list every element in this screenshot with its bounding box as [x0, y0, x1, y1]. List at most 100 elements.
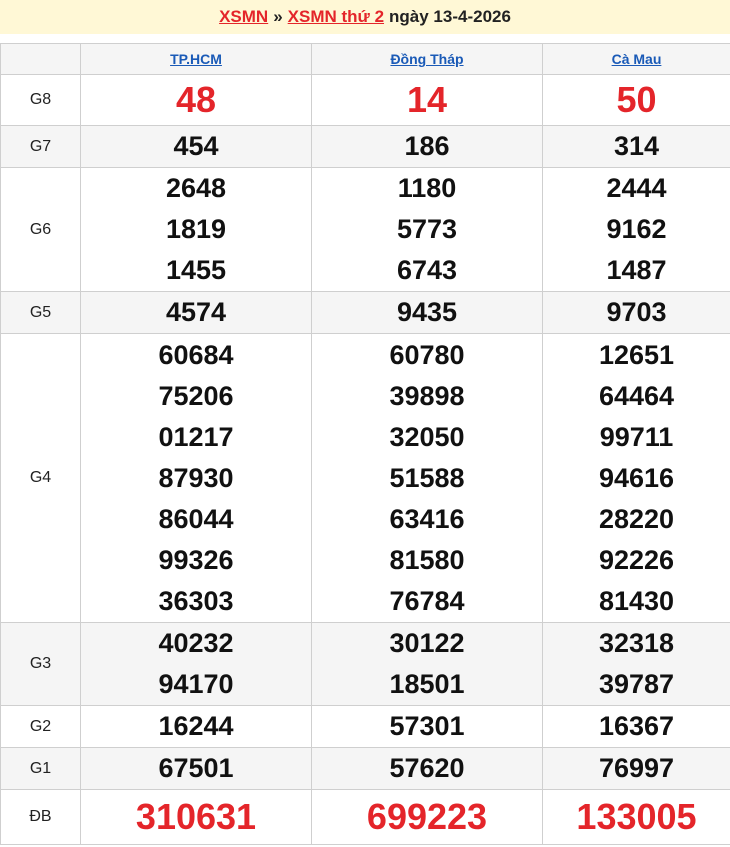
prize-number: 1487	[606, 255, 667, 285]
prize-number: 99711	[599, 421, 674, 452]
number-stack: 76997	[543, 748, 730, 789]
prize-number: 57301	[389, 711, 465, 741]
number-stack: 2648 1819 1455	[81, 168, 311, 291]
number-stack: 16244	[81, 706, 311, 747]
number-stack: 57620	[312, 748, 542, 789]
prize-cell: 12651 64464 99711 94616 28220 92226 81430	[542, 333, 730, 623]
number-stack: 699223	[312, 790, 542, 844]
prize-number: 48	[175, 79, 217, 120]
prize-cell: 16367	[542, 705, 730, 748]
prize-cell: 30122 18501	[311, 622, 543, 706]
xsmn-link[interactable]: XSMN	[219, 7, 268, 27]
prize-number: 6743	[396, 255, 458, 285]
number-stack: 40232 94170	[81, 623, 311, 705]
corner-cell	[0, 43, 81, 75]
prize-number: 32050	[389, 421, 465, 452]
prize-number: 18501	[389, 669, 465, 699]
prize-label: G6	[0, 167, 81, 292]
prize-number: 36303	[158, 585, 234, 616]
prize-row: G2 16244 57301 16367	[0, 705, 730, 748]
prize-number: 99326	[158, 544, 234, 575]
number-stack: 9435	[312, 292, 542, 333]
province-link-ca-mau[interactable]: Cà Mau	[612, 51, 662, 67]
prize-number: 51588	[389, 462, 465, 493]
prize-number: 186	[404, 131, 450, 161]
province-link-tphcm[interactable]: TP.HCM	[170, 51, 222, 67]
number-stack: 60780 39898 32050 51588 63416 81580 76784	[312, 335, 542, 622]
prize-cell: 314	[542, 125, 730, 168]
results-header: XSMN » XSMN thứ 2 ngày 13-4-2026	[0, 0, 730, 34]
prize-number: 9162	[606, 214, 667, 244]
prize-number: 454	[173, 131, 219, 161]
prize-number: 67501	[158, 753, 234, 783]
number-stack: 2444 9162 1487	[543, 168, 730, 291]
prize-number: 30122	[389, 628, 465, 658]
prize-cell: 60780 39898 32050 51588 63416 81580 76784	[311, 333, 543, 623]
prize-number: 64464	[598, 380, 675, 411]
prize-number: 39787	[598, 669, 675, 699]
prize-row: ĐB 310631 699223 133005	[0, 789, 730, 845]
number-stack: 50	[543, 75, 730, 125]
xsmn-monday-link[interactable]: XSMN thứ 2	[288, 7, 384, 27]
prize-number: 76997	[598, 753, 675, 783]
prize-number: 94616	[598, 462, 675, 493]
prize-row: G6 2648 1819 1455 1180 5773 6743 2444 9162 1487	[0, 167, 730, 292]
number-stack: 57301	[312, 706, 542, 747]
number-stack: 48	[81, 75, 311, 125]
prize-number: 50	[616, 79, 657, 120]
prize-number: 2648	[165, 173, 227, 203]
prize-row: G1 67501 57620 76997	[0, 747, 730, 790]
prize-cell: 9703	[542, 291, 730, 334]
number-stack: 310631	[81, 790, 311, 844]
prize-label: G3	[0, 622, 81, 706]
prize-number: 01217	[158, 421, 234, 452]
prize-cell: 40232 94170	[80, 622, 312, 706]
prize-label: G8	[0, 74, 81, 126]
prize-number: 32318	[598, 628, 675, 658]
prize-number: 60780	[389, 339, 465, 370]
prize-label: G7	[0, 125, 81, 168]
prize-number: 9435	[396, 297, 458, 327]
prize-cell: 133005	[542, 789, 730, 845]
province-header: Đồng Tháp	[311, 43, 543, 75]
prize-cell: 2648 1819 1455	[80, 167, 312, 292]
prize-cell: 2444 9162 1487	[542, 167, 730, 292]
prize-number: 76784	[389, 585, 465, 616]
prize-number: 94170	[158, 669, 234, 699]
prize-cell: 32318 39787	[542, 622, 730, 706]
prize-cell: 699223	[311, 789, 543, 845]
prize-label: G5	[0, 291, 81, 334]
prize-number: 14	[406, 79, 448, 120]
prize-row: G4 60684 75206 01217 87930 86044 99326 36303 607…	[0, 333, 730, 623]
prize-row: G3 40232 94170 30122 18501 32318 39787	[0, 622, 730, 706]
prize-label: G2	[0, 705, 81, 748]
number-stack: 14	[312, 75, 542, 125]
prize-label: G4	[0, 333, 81, 623]
prize-cell: 186	[311, 125, 543, 168]
prize-cell: 57620	[311, 747, 543, 790]
prize-number: 86044	[158, 503, 234, 534]
prize-cell: 60684 75206 01217 87930 86044 99326 36303	[80, 333, 312, 623]
prize-number: 60684	[158, 339, 234, 370]
number-stack: 12651 64464 99711 94616 28220 92226 81430	[543, 335, 730, 622]
prize-number: 2444	[606, 173, 667, 203]
prize-cell: 1180 5773 6743	[311, 167, 543, 292]
prize-number: 314	[613, 131, 660, 161]
prize-cell: 67501	[80, 747, 312, 790]
prize-number: 9703	[606, 297, 667, 327]
prize-number: 63416	[389, 503, 465, 534]
prize-number: 5773	[396, 214, 458, 244]
prize-number: 1180	[397, 173, 457, 203]
province-link-dong-thap[interactable]: Đồng Tháp	[390, 51, 463, 67]
number-stack: 9703	[543, 292, 730, 333]
province-header: Cà Mau	[542, 43, 730, 75]
breadcrumb-separator: »	[273, 7, 283, 26]
prize-number: 57620	[389, 753, 465, 783]
prize-number: 12651	[598, 339, 675, 370]
number-stack: 32318 39787	[543, 623, 730, 705]
prize-label: G1	[0, 747, 81, 790]
prize-number: 81430	[598, 585, 675, 616]
number-stack: 4574	[81, 292, 311, 333]
prize-row: G7 454 186 314	[0, 125, 730, 168]
prize-number: 92226	[598, 544, 675, 575]
